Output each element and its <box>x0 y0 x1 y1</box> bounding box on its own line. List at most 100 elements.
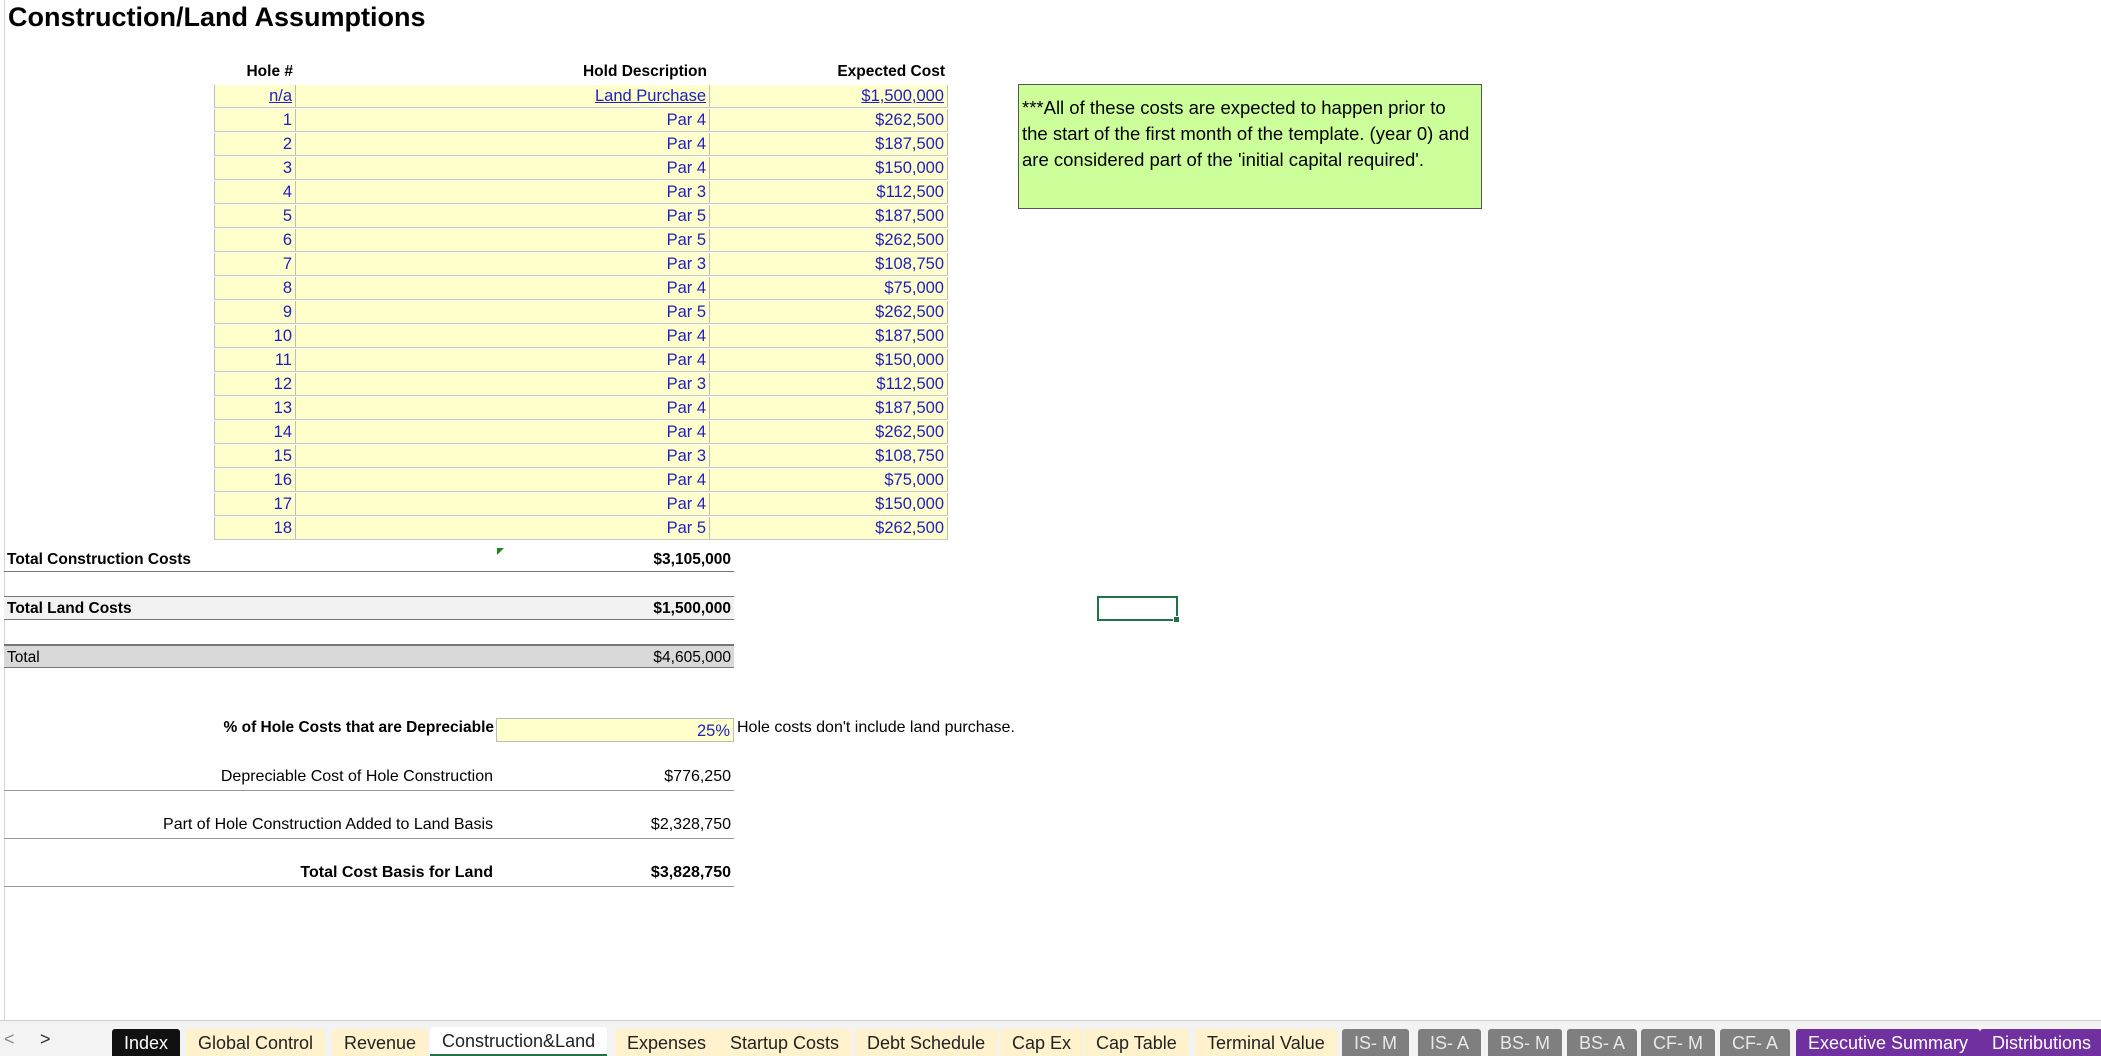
fill-handle[interactable] <box>1173 616 1180 623</box>
hole-description-cell[interactable]: Par 5 <box>296 301 710 324</box>
hole-number-cell[interactable]: 5 <box>214 205 296 228</box>
hole-number-cell[interactable]: n/a <box>214 85 296 108</box>
hole-number-cell[interactable]: 7 <box>214 253 296 276</box>
hole-description-cell[interactable]: Par 3 <box>296 373 710 396</box>
hole-description-cell[interactable]: Par 3 <box>296 253 710 276</box>
hole-cost-cell[interactable]: $75,000 <box>710 469 948 492</box>
hole-description-cell[interactable]: Par 4 <box>296 469 710 492</box>
depreciable-percent-note: Hole costs don't include land purchase. <box>737 719 1015 736</box>
hole-number-cell[interactable]: 4 <box>214 181 296 204</box>
hole-number-cell[interactable]: 2 <box>214 133 296 156</box>
tab-bs-a[interactable]: BS- A <box>1567 1029 1638 1056</box>
total-land-value: $1,500,000 <box>653 600 731 617</box>
hole-number-cell[interactable]: 17 <box>214 493 296 516</box>
hole-cost-cell[interactable]: $187,500 <box>710 325 948 348</box>
tab-index[interactable]: Index <box>112 1029 181 1056</box>
hole-number-cell[interactable]: 14 <box>214 421 296 444</box>
hole-number-cell[interactable]: 10 <box>214 325 296 348</box>
hole-cost-cell[interactable]: $150,000 <box>710 157 948 180</box>
hole-number-cell[interactable]: 9 <box>214 301 296 324</box>
grand-total-label: Total <box>7 649 40 666</box>
hole-cost-cell[interactable]: $150,000 <box>710 493 948 516</box>
tab-cf-m[interactable]: CF- M <box>1641 1029 1715 1056</box>
tab-revenue[interactable]: Revenue <box>332 1029 429 1056</box>
depreciable-cost-row[interactable]: Depreciable Cost of Hole Construction $7… <box>4 766 734 791</box>
active-cell-selection[interactable] <box>1097 596 1180 623</box>
hole-number-cell[interactable]: 11 <box>214 349 296 372</box>
hole-cost-cell[interactable]: $262,500 <box>710 421 948 444</box>
hole-number-cell[interactable]: 12 <box>214 373 296 396</box>
total-construction-value: $3,105,000 <box>653 551 731 568</box>
hole-description-cell[interactable]: Par 4 <box>296 133 710 156</box>
hole-description-cell[interactable]: Par 3 <box>296 445 710 468</box>
tab-is-a[interactable]: IS- A <box>1418 1029 1482 1056</box>
tab-debt-schedule[interactable]: Debt Schedule <box>855 1029 998 1056</box>
hole-cost-cell[interactable]: $187,500 <box>710 133 948 156</box>
hole-number-cell[interactable]: 15 <box>214 445 296 468</box>
depreciable-cost-value: $776,250 <box>664 768 731 785</box>
hole-description-cell[interactable]: Par 5 <box>296 517 710 540</box>
header-hole: Hole # <box>246 63 293 80</box>
header-cost: Expected Cost <box>837 63 945 80</box>
hole-cost-cell[interactable]: $187,500 <box>710 397 948 420</box>
depreciable-percent-input[interactable]: 25% <box>496 718 734 742</box>
total-basis-label: Total Cost Basis for Land <box>300 864 493 881</box>
hole-number-cell[interactable]: 1 <box>214 109 296 132</box>
depreciable-cost-label: Depreciable Cost of Hole Construction <box>220 768 493 785</box>
scroll-tabs-right-icon[interactable]: > <box>40 1029 51 1050</box>
hole-cost-cell[interactable]: $112,500 <box>710 373 948 396</box>
land-basis-row[interactable]: Part of Hole Construction Added to Land … <box>4 814 734 839</box>
land-basis-value: $2,328,750 <box>650 816 731 833</box>
hole-number-cell[interactable]: 18 <box>214 517 296 540</box>
hole-description-cell[interactable]: Par 5 <box>296 205 710 228</box>
grand-total-row[interactable]: Total $4,605,000 <box>4 644 734 668</box>
tab-is-m[interactable]: IS- M <box>1342 1029 1409 1056</box>
tab-cap-ex[interactable]: Cap Ex <box>1000 1029 1084 1056</box>
tab-construction-land[interactable]: Construction&Land <box>430 1027 608 1056</box>
hole-cost-cell[interactable]: $187,500 <box>710 205 948 228</box>
hole-description-cell[interactable]: Par 4 <box>296 325 710 348</box>
hole-description-cell[interactable]: Par 4 <box>296 277 710 300</box>
total-land-row[interactable]: Total Land Costs $1,500,000 <box>4 596 734 620</box>
hole-cost-cell[interactable]: $108,750 <box>710 445 948 468</box>
hole-description-cell[interactable]: Par 3 <box>296 181 710 204</box>
land-basis-label: Part of Hole Construction Added to Land … <box>163 816 493 833</box>
tab-bs-m[interactable]: BS- M <box>1488 1029 1563 1056</box>
hole-cost-cell[interactable]: $262,500 <box>710 517 948 540</box>
note-textbox[interactable]: ***All of these costs are expected to ha… <box>1018 84 1482 209</box>
hole-number-cell[interactable]: 16 <box>214 469 296 492</box>
tab-startup-costs[interactable]: Startup Costs <box>718 1029 852 1056</box>
hole-number-cell[interactable]: 3 <box>214 157 296 180</box>
hole-cost-cell[interactable]: $262,500 <box>710 301 948 324</box>
hole-description-cell[interactable]: Par 4 <box>296 421 710 444</box>
hole-cost-cell[interactable]: $112,500 <box>710 181 948 204</box>
total-construction-label: Total Construction Costs <box>7 551 191 568</box>
hole-description-cell[interactable]: Par 5 <box>296 229 710 252</box>
hole-description-cell[interactable]: Par 4 <box>296 109 710 132</box>
hole-description-cell[interactable]: Par 4 <box>296 493 710 516</box>
hole-cost-cell[interactable]: $150,000 <box>710 349 948 372</box>
hole-cost-cell[interactable]: $75,000 <box>710 277 948 300</box>
hole-description-cell[interactable]: Land Purchase <box>296 85 710 108</box>
total-construction-row[interactable]: Total Construction Costs $3,105,000 <box>4 548 734 572</box>
hole-number-cell[interactable]: 8 <box>214 277 296 300</box>
hole-description-cell[interactable]: Par 4 <box>296 397 710 420</box>
hole-cost-cell[interactable]: $1,500,000 <box>710 85 948 108</box>
hole-cost-cell[interactable]: $108,750 <box>710 253 948 276</box>
tab-cap-table[interactable]: Cap Table <box>1084 1029 1189 1056</box>
tab-executive-summary[interactable]: Executive Summary <box>1796 1029 1981 1056</box>
tab-terminal-value[interactable]: Terminal Value <box>1195 1029 1337 1056</box>
hole-number-cell[interactable]: 6 <box>214 229 296 252</box>
tab-cf-a[interactable]: CF- A <box>1720 1029 1791 1056</box>
total-basis-row[interactable]: Total Cost Basis for Land $3,828,750 <box>4 862 734 887</box>
tab-expenses[interactable]: Expenses <box>615 1029 719 1056</box>
hole-cost-cell[interactable]: $262,500 <box>710 109 948 132</box>
tab-distributions[interactable]: Distributions <box>1980 1029 2101 1056</box>
scroll-tabs-left-icon[interactable]: < <box>4 1029 15 1050</box>
tab-global-control[interactable]: Global Control <box>186 1029 326 1056</box>
hole-number-cell[interactable]: 13 <box>214 397 296 420</box>
hole-description-cell[interactable]: Par 4 <box>296 157 710 180</box>
hole-cost-cell[interactable]: $262,500 <box>710 229 948 252</box>
hole-description-cell[interactable]: Par 4 <box>296 349 710 372</box>
worksheet: Construction/Land Assumptions Hole # Hol… <box>0 0 2101 1020</box>
